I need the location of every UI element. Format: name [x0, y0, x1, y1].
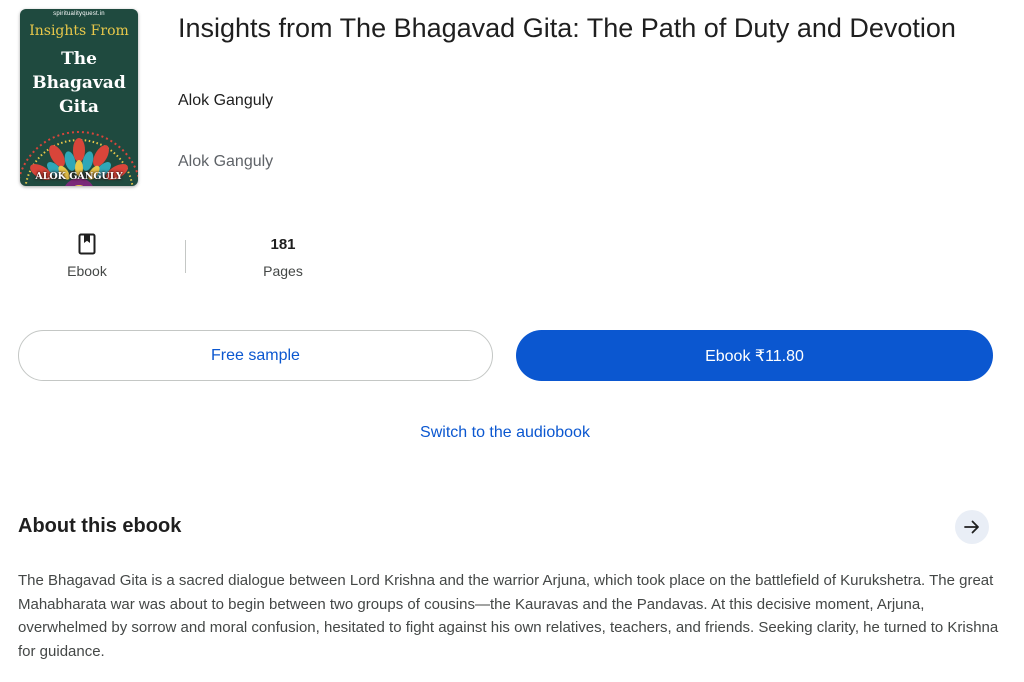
switch-to-audiobook-link[interactable]: Switch to the audiobook — [0, 424, 1010, 442]
author-link[interactable]: Alok Ganguly — [178, 92, 273, 110]
pages-count: 181 — [270, 236, 296, 253]
pages-stat: 181 Pages — [213, 233, 353, 279]
cover-title-text: The Bhagavad Gita — [20, 47, 138, 119]
pages-label: Pages — [263, 263, 303, 279]
cover-title-line: The — [61, 49, 97, 69]
about-heading: About this ebook — [18, 515, 182, 537]
buy-ebook-button[interactable]: Ebook ₹11.80 — [516, 330, 993, 381]
book-details-page: spiritualityquest.in Insights From The B… — [0, 0, 1024, 682]
stat-divider — [185, 240, 186, 273]
cover-title-line: Bhagavad — [32, 73, 126, 93]
author-secondary: Alok Ganguly — [178, 153, 274, 170]
free-sample-button[interactable]: Free sample — [18, 330, 493, 381]
cover-author-text: ALOK GANGULY — [35, 171, 123, 182]
format-stat: Ebook — [17, 233, 157, 279]
bookmark-book-icon — [78, 233, 96, 255]
about-description: The Bhagavad Gita is a sacred dialogue b… — [18, 572, 999, 660]
format-label: Ebook — [67, 263, 107, 279]
book-title: Insights from The Bhagavad Gita: The Pat… — [178, 13, 956, 43]
cover-kicker-text: Insights From — [29, 23, 129, 39]
arrow-right-icon — [964, 520, 979, 534]
book-cover[interactable]: spiritualityquest.in Insights From The B… — [20, 9, 138, 186]
cover-site-text: spiritualityquest.in — [53, 11, 105, 17]
about-expand-button[interactable] — [955, 510, 989, 544]
